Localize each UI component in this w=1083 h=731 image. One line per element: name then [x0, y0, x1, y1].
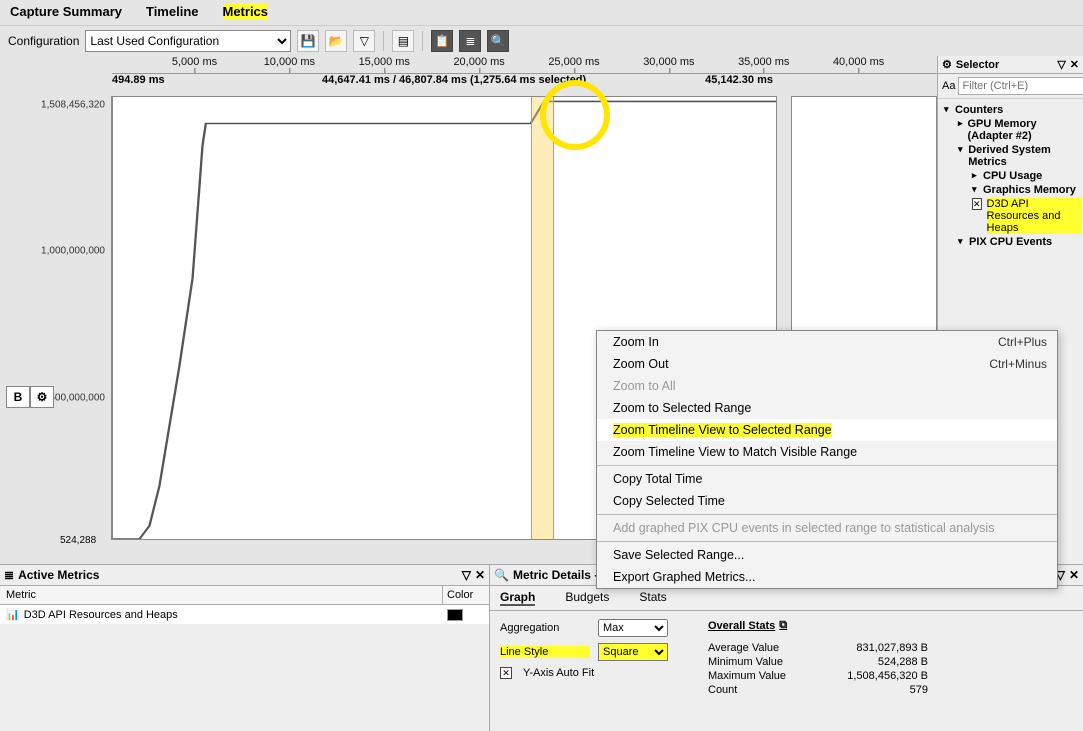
config-label: Configuration [8, 34, 79, 48]
ruler-tick: 40,000 ms [833, 56, 884, 68]
tab-timeline[interactable]: Timeline [146, 4, 199, 19]
context-menu: Zoom InCtrl+Plus Zoom OutCtrl+Minus Zoom… [596, 330, 1058, 589]
collapse-icon[interactable]: ▽ [1057, 58, 1065, 71]
search-icon: 🔍 [494, 568, 509, 582]
line-style-select[interactable]: Square [598, 643, 668, 661]
y-tick: 500,000,000 [49, 392, 105, 403]
color-swatch[interactable] [447, 609, 463, 621]
ctx-export-metrics[interactable]: Export Graphed Metrics... [597, 566, 1057, 588]
stat-max-value: 1,508,456,320 B [818, 670, 928, 682]
am-header-color[interactable]: Color [443, 586, 489, 604]
list-icon[interactable]: ≣ [459, 30, 481, 52]
y-tick: 1,000,000,000 [41, 246, 105, 257]
aggregation-select[interactable]: Max [598, 619, 668, 637]
ruler-tick: 35,000 ms [738, 56, 789, 68]
selector-tree: ▾Counters ▸GPU Memory (Adapter #2) ▾Deri… [938, 99, 1083, 253]
stat-avg-label: Average Value [708, 642, 818, 654]
ctx-add-stat: Add graphed PIX CPU events in selected r… [597, 517, 1057, 539]
time-left: 494.89 ms [112, 74, 165, 86]
tree-counters[interactable]: Counters [955, 104, 1003, 116]
selected-range[interactable] [531, 97, 554, 539]
overall-stats-title: Overall Stats [708, 620, 775, 632]
line-style-label: Line Style [500, 646, 590, 658]
config-select[interactable]: Last Used Configuration [85, 30, 291, 52]
active-metrics-panel: ≣ Active Metrics ▽ ✕ Metric Color 📊 D3D A… [0, 565, 490, 731]
aggregation-label: Aggregation [500, 622, 590, 634]
ctx-zoom-timeline-match[interactable]: Zoom Timeline View to Match Visible Rang… [597, 441, 1057, 463]
active-metric-row[interactable]: 📊 D3D API Resources and Heaps [0, 605, 489, 625]
tree-derived[interactable]: Derived System Metrics [968, 144, 1081, 168]
y-axis: 1,508,456,320 1,000,000,000 500,000,000 [0, 96, 112, 540]
search-icon[interactable]: 🔍 [487, 30, 509, 52]
close-icon[interactable]: ✕ [1069, 568, 1079, 582]
ruler-tick: 10,000 ms [264, 56, 315, 68]
ctx-zoom-out[interactable]: Zoom OutCtrl+Minus [597, 353, 1057, 375]
chart-icon: 📊 [6, 608, 20, 621]
ctx-copy-selected[interactable]: Copy Selected Time [597, 490, 1057, 512]
ctx-zoom-all: Zoom to All [597, 375, 1057, 397]
ruler-tick: 30,000 ms [643, 56, 694, 68]
b-button[interactable]: B [6, 386, 30, 408]
tree-pix-cpu[interactable]: PIX CPU Events [969, 236, 1052, 248]
md-tab-budgets[interactable]: Budgets [565, 590, 609, 606]
tree-gpu-memory[interactable]: GPU Memory (Adapter #2) [968, 118, 1082, 142]
ctx-save-selected[interactable]: Save Selected Range... [597, 544, 1057, 566]
selector-title: Selector [956, 59, 999, 71]
checkbox-checked-icon[interactable]: ✕ [972, 198, 982, 210]
am-header-metric[interactable]: Metric [0, 586, 443, 604]
ctx-copy-total[interactable]: Copy Total Time [597, 468, 1057, 490]
ruler-tick: 25,000 ms [548, 56, 599, 68]
yaxis-autofit-checkbox[interactable]: ✕ [500, 667, 512, 679]
open-icon[interactable]: 📂 [325, 30, 347, 52]
metric-details-panel: 🔍 Metric Details - D3D API Resources and… [490, 565, 1083, 731]
y-tick: 1,508,456,320 [41, 99, 105, 110]
ruler-tick: 15,000 ms [359, 56, 410, 68]
copy-icon[interactable]: ⧉ [779, 619, 787, 632]
md-tab-stats[interactable]: Stats [639, 590, 666, 606]
panel-icon[interactable]: ▤ [392, 30, 414, 52]
yaxis-autofit-label: Y-Axis Auto Fit [523, 667, 594, 679]
ctx-zoom-selected[interactable]: Zoom to Selected Range [597, 397, 1057, 419]
collapse-icon[interactable]: ▽ [462, 568, 471, 582]
stat-avg-value: 831,027,893 B [818, 642, 928, 654]
stat-max-label: Maximum Value [708, 670, 818, 682]
tree-cpu-usage[interactable]: CPU Usage [983, 170, 1042, 182]
md-tab-graph[interactable]: Graph [500, 590, 535, 606]
time-summary-row: 494.89 ms 44,647.41 ms / 46,807.84 ms (1… [0, 74, 937, 90]
stat-count-value: 579 [818, 684, 928, 696]
ctx-zoom-in[interactable]: Zoom InCtrl+Plus [597, 331, 1057, 353]
tree-d3d-api[interactable]: D3D API Resources and Heaps [987, 198, 1081, 234]
gear-icon[interactable]: ⚙ [942, 58, 952, 71]
save-icon[interactable]: 💾 [297, 30, 319, 52]
active-metrics-title: Active Metrics [18, 568, 99, 582]
time-ruler[interactable]: 5,000 ms 10,000 ms 15,000 ms 20,000 ms 2… [112, 56, 937, 74]
aa-icon: Aa [942, 80, 955, 92]
tree-graphics-memory[interactable]: Graphics Memory [983, 184, 1076, 196]
gear-icon[interactable]: ⚙ [30, 386, 54, 408]
dropdown-chevron-icon[interactable]: ▽ [353, 30, 375, 52]
ruler-tick: 20,000 ms [453, 56, 504, 68]
toolbar-separator [383, 31, 384, 51]
tab-metrics[interactable]: Metrics [223, 4, 269, 19]
tab-capture-summary[interactable]: Capture Summary [10, 4, 122, 19]
stat-count-label: Count [708, 684, 818, 696]
list-icon: ≣ [4, 568, 14, 582]
clipboard-icon[interactable]: 📋 [431, 30, 453, 52]
ctx-zoom-timeline-selected[interactable]: Zoom Timeline View to Selected Range [597, 419, 1057, 441]
y-tick-bottom: 524,288 [60, 535, 96, 546]
ruler-tick: 5,000 ms [172, 56, 217, 68]
toolbar-separator [422, 31, 423, 51]
active-metric-name: D3D API Resources and Heaps [24, 609, 178, 621]
close-icon[interactable]: ✕ [1070, 58, 1079, 71]
selector-filter-input[interactable] [958, 77, 1083, 95]
stat-min-label: Minimum Value [708, 656, 818, 668]
time-center: 44,647.41 ms / 46,807.84 ms (1,275.64 ms… [322, 74, 586, 86]
stat-min-value: 524,288 B [818, 656, 928, 668]
time-right: 45,142.30 ms [705, 74, 773, 86]
close-icon[interactable]: ✕ [475, 568, 485, 582]
